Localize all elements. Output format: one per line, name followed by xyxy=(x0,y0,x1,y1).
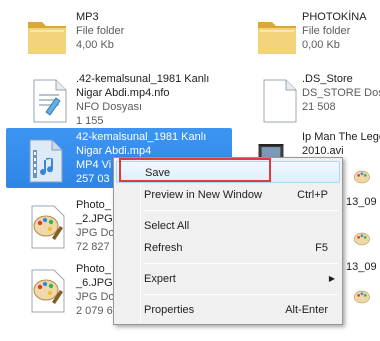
file-title: 13_09 xyxy=(346,196,377,208)
file-item-text: 13_09 xyxy=(346,195,377,209)
file-title: Ip Man The Lege xyxy=(302,131,380,143)
menu-separator xyxy=(144,210,338,211)
folder-icon xyxy=(28,22,66,54)
file-title-line2: _6.JPG xyxy=(76,277,113,289)
menu-item-shortcut: Alt-Enter xyxy=(285,304,328,316)
file-item-text: .42-kemalsunal_1981 Kanlı Nigar Abdi.mp4… xyxy=(76,72,209,128)
menu-item-preview-new-window[interactable]: Preview in New Window Ctrl+P xyxy=(116,184,340,206)
file-item-mp3[interactable]: MP3 File folder 4,00 Kb xyxy=(14,10,194,66)
menu-item-label: Properties xyxy=(144,304,195,316)
submenu-arrow-icon: ▶ xyxy=(328,274,335,283)
paint-image-icon xyxy=(354,232,370,246)
menu-item-label: Preview in New Window xyxy=(144,189,262,201)
menu-item-label: Select All xyxy=(144,220,190,232)
file-item-text: Ip Man The Lege 2010.avi xyxy=(302,130,380,158)
menu-item-shortcut: F5 xyxy=(315,242,328,254)
file-type: NFO Dosyası xyxy=(76,101,143,113)
folder-icon xyxy=(258,22,296,54)
file-title: .42-kemalsunal_1981 Kanlı xyxy=(76,73,210,85)
file-meta: 72 827 xyxy=(76,241,110,253)
file-title-line2: Nigar Abdi.mp4 xyxy=(76,145,152,157)
text-document-icon xyxy=(33,79,67,123)
file-title-line2: Nigar Abdi.mp4.nfo xyxy=(76,87,170,99)
file-title: MP3 xyxy=(76,11,99,23)
file-title: .DS_Store xyxy=(302,73,353,85)
paint-image-icon xyxy=(354,290,370,304)
highlight-annotation-box xyxy=(119,158,271,182)
file-meta: 4,00 Kb xyxy=(76,39,114,51)
file-title: Photo_ xyxy=(76,263,111,275)
file-title: 13_09 xyxy=(346,261,377,273)
file-item-text: PHOTOKİNA File folder 0,00 Kb xyxy=(302,10,367,52)
file-title: Photo_ xyxy=(76,199,111,211)
file-title: PHOTOKİNA xyxy=(302,11,367,23)
menu-item-select-all[interactable]: Select All xyxy=(116,215,340,237)
file-type: File folder xyxy=(302,25,351,37)
menu-item-expert[interactable]: Expert ▶ xyxy=(116,268,340,290)
file-title: 42-kemalsunal_1981 Kanlı xyxy=(76,131,207,143)
file-item-text: 13_09 xyxy=(346,260,377,274)
paint-image-icon xyxy=(354,170,370,184)
file-item-text: MP3 File folder 4,00 Kb xyxy=(76,10,124,52)
menu-item-shortcut: Ctrl+P xyxy=(297,189,328,201)
file-item-ds-store[interactable]: .DS_Store DS_STORE Dosy 21 508 xyxy=(244,72,380,128)
context-menu: Save Preview in New Window Ctrl+P Select… xyxy=(113,157,343,325)
menu-item-refresh[interactable]: Refresh F5 xyxy=(116,237,340,259)
file-item-text: .DS_Store DS_STORE Dosy 21 508 xyxy=(302,72,380,114)
file-item-right-1[interactable]: 13_09 xyxy=(346,195,380,215)
file-title-line2: _2.JPG xyxy=(76,213,113,225)
video-file-icon xyxy=(29,139,63,183)
file-item-right-2[interactable]: 13_09 xyxy=(346,260,380,280)
file-type: JPG Do xyxy=(76,227,115,239)
file-meta: 21 508 xyxy=(302,101,336,113)
file-meta: 2 079 6 xyxy=(76,305,113,317)
file-meta: 0,00 Kb xyxy=(302,39,340,51)
file-item-nfo[interactable]: .42-kemalsunal_1981 Kanlı Nigar Abdi.mp4… xyxy=(14,72,214,128)
paint-image-icon xyxy=(31,269,65,313)
file-type: File folder xyxy=(76,25,125,37)
blank-document-icon xyxy=(263,79,297,123)
menu-item-label: Refresh xyxy=(144,242,183,254)
file-type: DS_STORE Dosy xyxy=(302,87,380,99)
menu-separator xyxy=(144,294,338,295)
file-type: JPG Do xyxy=(76,291,115,303)
menu-item-properties[interactable]: Properties Alt-Enter xyxy=(116,299,340,321)
file-item-photokina[interactable]: PHOTOKİNA File folder 0,00 Kb xyxy=(244,10,380,66)
menu-separator xyxy=(144,263,338,264)
file-item-text: Photo_ _6.JPG JPG Do 2 079 6 xyxy=(76,262,115,318)
paint-image-icon xyxy=(31,205,65,249)
file-meta: 1 155 xyxy=(76,115,104,127)
file-item-text: Photo_ _2.JPG JPG Do 72 827 xyxy=(76,198,115,254)
menu-item-label: Expert xyxy=(144,273,176,285)
file-title-line2: 2010.avi xyxy=(302,145,344,157)
